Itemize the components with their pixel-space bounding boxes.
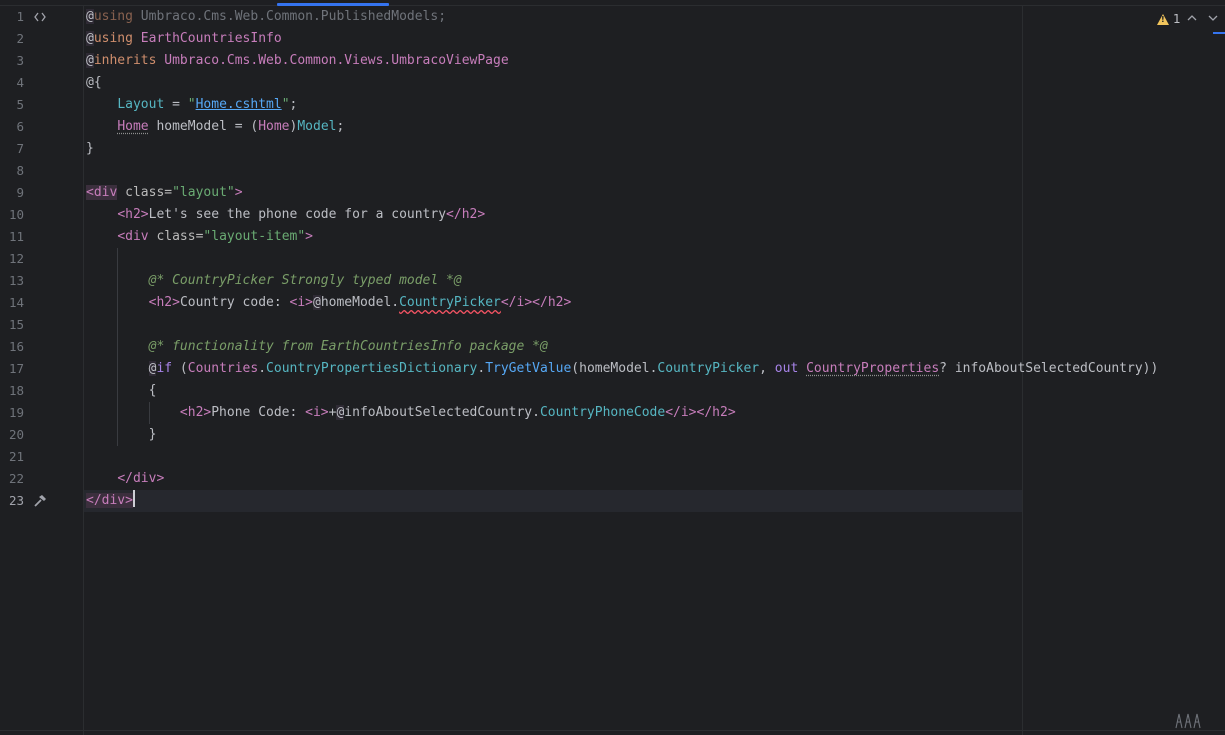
reader-mode-icon[interactable] xyxy=(1175,711,1203,729)
code-line: Layout = "Home.cshtml"; xyxy=(117,97,298,112)
code-line: @* CountryPicker Strongly typed model *@ xyxy=(148,273,462,288)
code-editor[interactable]: 1 2 3 4 5 6 7 8 9 10 11 12 13 14 15 16 1… xyxy=(0,0,1225,735)
code-line: @{ xyxy=(86,75,102,90)
code-line: @using Umbraco.Cms.Web.Common.PublishedM… xyxy=(86,9,447,24)
code-line: <h2>Phone Code: <i>+@infoAboutSelectedCo… xyxy=(179,405,736,420)
code-line: </div> xyxy=(117,471,165,486)
line-number: 1 xyxy=(16,9,24,24)
line-number: 13 xyxy=(8,273,24,288)
scroll-marker xyxy=(1213,32,1225,34)
line-number: 6 xyxy=(16,119,24,134)
code-line: } xyxy=(148,427,157,442)
line-number: 2 xyxy=(16,31,24,46)
code-line: <h2>Country code: <i>@homeModel.CountryP… xyxy=(148,295,572,310)
line-number: 5 xyxy=(16,97,24,112)
line-number: 15 xyxy=(8,317,24,332)
gutter-divider xyxy=(83,6,84,735)
code-line: { xyxy=(148,383,157,398)
line-number: 22 xyxy=(8,471,24,486)
line-number: 12 xyxy=(8,251,24,266)
line-number: 14 xyxy=(8,295,24,310)
chevron-down-icon[interactable] xyxy=(1206,11,1220,25)
code-line: @if (Countries.CountryPropertiesDictiona… xyxy=(148,361,1159,376)
line-number: 19 xyxy=(8,405,24,420)
code-line: Home homeModel = (Home)Model; xyxy=(117,119,345,134)
line-number: 11 xyxy=(8,229,24,244)
line-number: 10 xyxy=(8,207,24,222)
code-line: <div class="layout"> xyxy=(86,185,243,200)
warning-count: 1 xyxy=(1173,12,1181,26)
inspection-widget[interactable]: 1 xyxy=(1157,11,1181,27)
line-number: 8 xyxy=(16,163,24,178)
line-number: 20 xyxy=(8,427,24,442)
code-line: } xyxy=(86,141,94,156)
code-line: @using EarthCountriesInfo xyxy=(86,31,282,46)
line-number: 21 xyxy=(8,449,24,464)
line-number: 18 xyxy=(8,383,24,398)
hammer-icon[interactable] xyxy=(33,494,47,508)
text-caret xyxy=(132,490,135,507)
line-number: 3 xyxy=(16,53,24,68)
current-line-highlight xyxy=(84,490,1022,512)
file-link[interactable]: Home.cshtml xyxy=(196,97,282,112)
line-number: 4 xyxy=(16,75,24,90)
line-number: 9 xyxy=(16,185,24,200)
code-line: <h2>Let's see the phone code for a count… xyxy=(117,207,486,222)
line-number: 23 xyxy=(8,493,24,508)
editor-bottom-border xyxy=(0,730,1225,731)
warning-icon xyxy=(1157,13,1169,25)
code-line: </div> xyxy=(86,490,135,512)
line-number: 17 xyxy=(8,361,24,376)
code-icon[interactable] xyxy=(33,10,47,24)
chevron-up-icon[interactable] xyxy=(1185,11,1199,25)
code-line: @* functionality from EarthCountriesInfo… xyxy=(148,339,548,354)
line-number: 16 xyxy=(8,339,24,354)
line-number: 7 xyxy=(16,141,24,156)
code-line: @inherits Umbraco.Cms.Web.Common.Views.U… xyxy=(86,53,509,68)
code-line: <div class="layout-item"> xyxy=(117,229,313,244)
